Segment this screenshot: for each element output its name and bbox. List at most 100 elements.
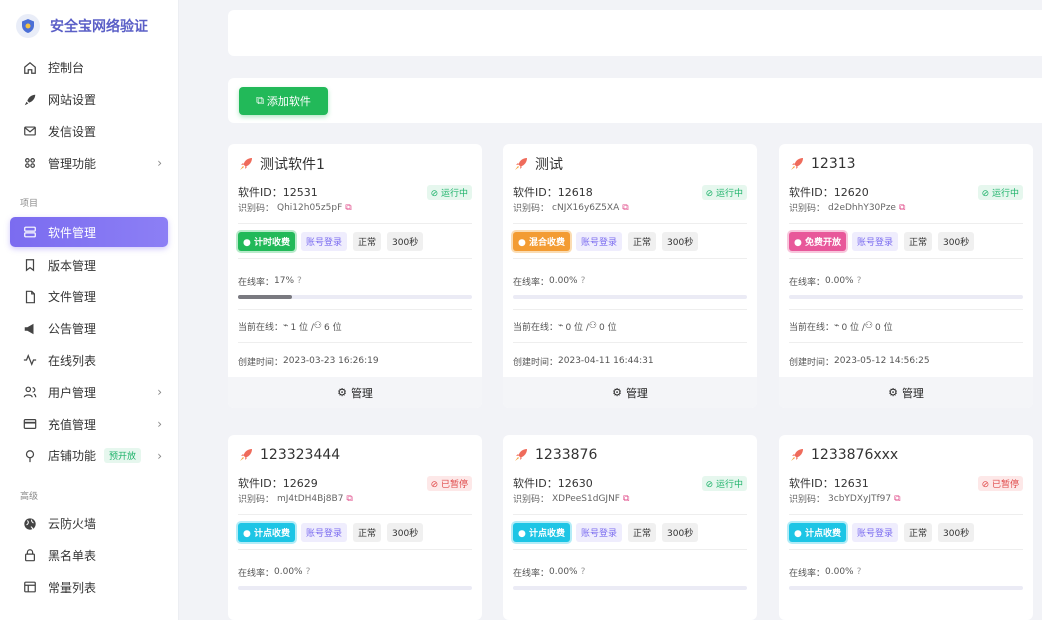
mode-icon: ● <box>794 237 802 248</box>
chevron-right-icon: › <box>157 385 162 400</box>
state-badge: 正常 <box>904 522 933 542</box>
status-badge: ⊘ 已暂停 <box>426 475 472 491</box>
mode-icon: ● <box>243 237 251 248</box>
copy-icon[interactable]: ⧉ <box>622 203 628 213</box>
login-type-badge: 账号登录 <box>576 522 623 542</box>
shield-logo-icon <box>16 14 40 38</box>
copy-icon[interactable]: ⧉ <box>623 494 629 504</box>
section-project-label: 项目 <box>20 199 39 210</box>
sidebar-item-megaphone[interactable]: 公告管理 <box>0 313 178 345</box>
billing-mode-badge: ● 计点收费 <box>238 522 296 542</box>
lock-icon <box>22 547 38 563</box>
software-name[interactable]: 1233876 <box>535 447 597 463</box>
status-text: 运行中 <box>991 188 1019 199</box>
billing-mode-label: 计点收费 <box>254 528 291 539</box>
status-badge: ⊘ 运行中 <box>977 184 1023 200</box>
help-icon[interactable]: ? <box>581 276 586 286</box>
help-icon[interactable]: ? <box>297 276 302 286</box>
sidebar-item-card[interactable]: 充值管理 › <box>0 408 178 440</box>
sidebar-item-label: 店铺功能 <box>48 449 97 464</box>
sidebar-item-users[interactable]: 用户管理 › <box>0 376 178 408</box>
code-row: 识别码： Qhi12h05z5pF ⧉ <box>238 200 472 215</box>
online-now-row: 当前在线： ⌁ 0 位 / ⚇ 0 位 <box>789 316 1023 336</box>
created-time: 2023-03-23 16:26:19 <box>283 356 379 366</box>
software-name[interactable]: 1233876xxx <box>811 447 898 463</box>
status-text: 运行中 <box>715 188 743 199</box>
software-name[interactable]: 123323444 <box>260 447 340 463</box>
interval-badge: 300秒 <box>938 231 975 251</box>
login-type-badge: 账号登录 <box>301 231 348 251</box>
help-icon[interactable]: ? <box>581 567 586 577</box>
sidebar-item-table[interactable]: 常量列表 <box>0 571 178 603</box>
status-badge: ⊘ 已暂停 <box>977 475 1023 491</box>
help-icon[interactable]: ? <box>306 567 311 577</box>
sidebar-item-rocket[interactable]: 网站设置 <box>0 84 178 116</box>
sidebar-item-label: 控制台 <box>48 61 85 76</box>
add-software-button[interactable]: ⧉ 添加软件 <box>239 87 328 115</box>
file-icon <box>22 289 38 305</box>
manage-button[interactable]: ⚙ 管理 <box>779 377 1033 408</box>
sidebar-item-label: 在线列表 <box>48 353 97 368</box>
sidebar-item-pin[interactable]: 店铺功能 预开放 › <box>0 440 178 472</box>
manage-button[interactable]: ⚙ 管理 <box>228 377 482 408</box>
sidebar-item-home[interactable]: 控制台 <box>0 52 178 84</box>
created-row: 创建时间： 2023-04-11 16:44:31 <box>513 351 747 371</box>
online-rate-row: 在线率： 0.00% ? <box>789 271 1023 291</box>
sidebar-item-grid[interactable]: 管理功能 › <box>0 147 178 179</box>
online-rate-value: 0.00% <box>825 276 854 286</box>
online-rate-fill <box>238 295 293 299</box>
mode-icon: ● <box>243 528 251 539</box>
rocket-icon <box>513 447 529 463</box>
online-rate-bar <box>513 295 747 299</box>
help-icon[interactable]: ? <box>857 567 862 577</box>
software-name[interactable]: 12313 <box>811 156 856 172</box>
status-badge: ⊘ 运行中 <box>701 475 747 491</box>
sidebar-item-globe[interactable]: 云防火墙 <box>0 508 178 540</box>
user-icon: ⚇ <box>313 321 322 331</box>
sidebar-item-mail[interactable]: 发信设置 <box>0 116 178 148</box>
app-logo[interactable]: 安全宝网络验证 <box>0 0 178 52</box>
online-rate-bar <box>789 295 1023 299</box>
software-name[interactable]: 测试软件1 <box>260 154 325 174</box>
login-type-badge: 账号登录 <box>301 522 348 542</box>
user-icon: ⚇ <box>864 321 873 331</box>
refresh-icon: ⊘ <box>981 188 990 199</box>
software-id: 12629 <box>282 477 318 490</box>
sidebar-item-label: 文件管理 <box>48 290 97 305</box>
mode-icon: ● <box>518 237 526 248</box>
sidebar-item-bookmark[interactable]: 版本管理 <box>0 249 178 281</box>
preview-badge: 预开放 <box>104 448 142 464</box>
sidebar-item-activity[interactable]: 在线列表 <box>0 345 178 377</box>
copy-icon[interactable]: ⧉ <box>894 494 900 504</box>
online-rate-value: 0.00% <box>274 567 303 577</box>
online-rate-bar <box>238 586 472 590</box>
online-rate-bar <box>513 586 747 590</box>
state-badge: 正常 <box>353 231 382 251</box>
manage-label: 管理 <box>350 386 373 400</box>
interval-badge: 300秒 <box>662 231 699 251</box>
sidebar-item-server[interactable]: 软件管理 <box>10 217 168 248</box>
status-badge: ⊘ 运行中 <box>701 184 747 200</box>
sidebar-item-lock[interactable]: 黑名单表 <box>0 540 178 572</box>
id-label: 软件ID： <box>238 186 283 199</box>
billing-mode-badge: ● 计时收费 <box>238 231 296 251</box>
sidebar-item-label: 黑名单表 <box>48 548 97 563</box>
total-count: 6 位 <box>324 322 342 333</box>
billing-mode-label: 免费开放 <box>805 237 842 248</box>
online-rate-label: 在线率： <box>238 277 275 288</box>
online-rate-value: 0.00% <box>549 276 578 286</box>
pin-icon <box>22 448 38 464</box>
online-rate-row: 在线率： 0.00% ? <box>789 562 1023 582</box>
copy-icon[interactable]: ⧉ <box>346 494 352 504</box>
manage-button[interactable]: ⚙ 管理 <box>503 377 757 408</box>
copy-icon[interactable]: ⧉ <box>899 203 905 213</box>
software-name[interactable]: 测试 <box>535 154 563 174</box>
sidebar-item-file[interactable]: 文件管理 <box>0 281 178 313</box>
help-icon[interactable]: ? <box>857 276 862 286</box>
gear-icon: ⚙ <box>612 386 622 399</box>
sidebar-item-label: 软件管理 <box>48 225 97 240</box>
tag-row: ● 计点收费 账号登录 正常 300秒 <box>789 515 1023 549</box>
copy-icon[interactable]: ⧉ <box>345 203 351 213</box>
sidebar-item-label: 管理功能 <box>48 156 97 171</box>
card-header: 1233876 <box>503 435 757 475</box>
